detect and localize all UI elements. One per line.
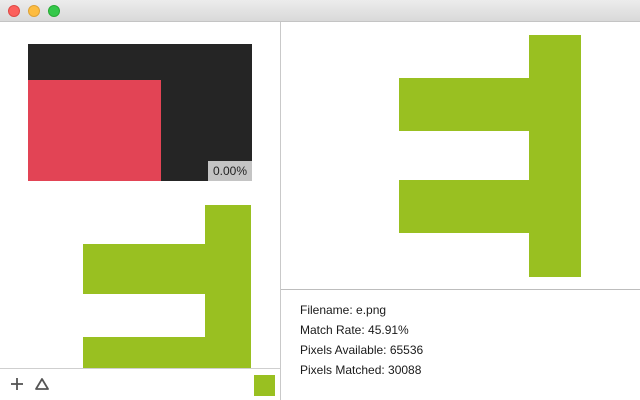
glyph-stem <box>529 35 581 277</box>
pixels-matched-label: Pixels Matched: 30088 <box>300 363 422 377</box>
close-window-button[interactable] <box>8 5 20 17</box>
pixels-available-label: Pixels Available: 65536 <box>300 343 424 357</box>
title-bar[interactable] <box>0 0 640 22</box>
filename-label: Filename: e.png <box>300 303 387 317</box>
app-window: 0.00% Filename: e.png Match Rate: 45.91%… <box>0 0 640 400</box>
zoom-window-button[interactable] <box>48 5 60 17</box>
glyph-bar-top <box>399 78 581 131</box>
left-toolbar <box>0 368 280 400</box>
triangle-icon[interactable] <box>33 375 51 393</box>
match-rate-label: Match Rate: 45.91% <box>300 323 409 337</box>
pane-divider-horizontal[interactable] <box>281 289 640 290</box>
glyph-bar-bottom <box>399 180 581 233</box>
match-preview: 0.00% <box>28 44 252 181</box>
info-panel: Filename: e.png Match Rate: 45.91% Pixel… <box>300 302 423 382</box>
overlay-region <box>28 80 161 181</box>
glyph-canvas <box>281 22 640 289</box>
glyph-bar-top <box>83 244 251 294</box>
color-swatch[interactable] <box>254 375 275 396</box>
match-percentage-badge: 0.00% <box>208 161 252 181</box>
minimize-window-button[interactable] <box>28 5 40 17</box>
left-pane: 0.00% <box>0 22 280 368</box>
plus-icon[interactable] <box>8 375 26 393</box>
glyph-bar-bottom <box>83 337 251 368</box>
